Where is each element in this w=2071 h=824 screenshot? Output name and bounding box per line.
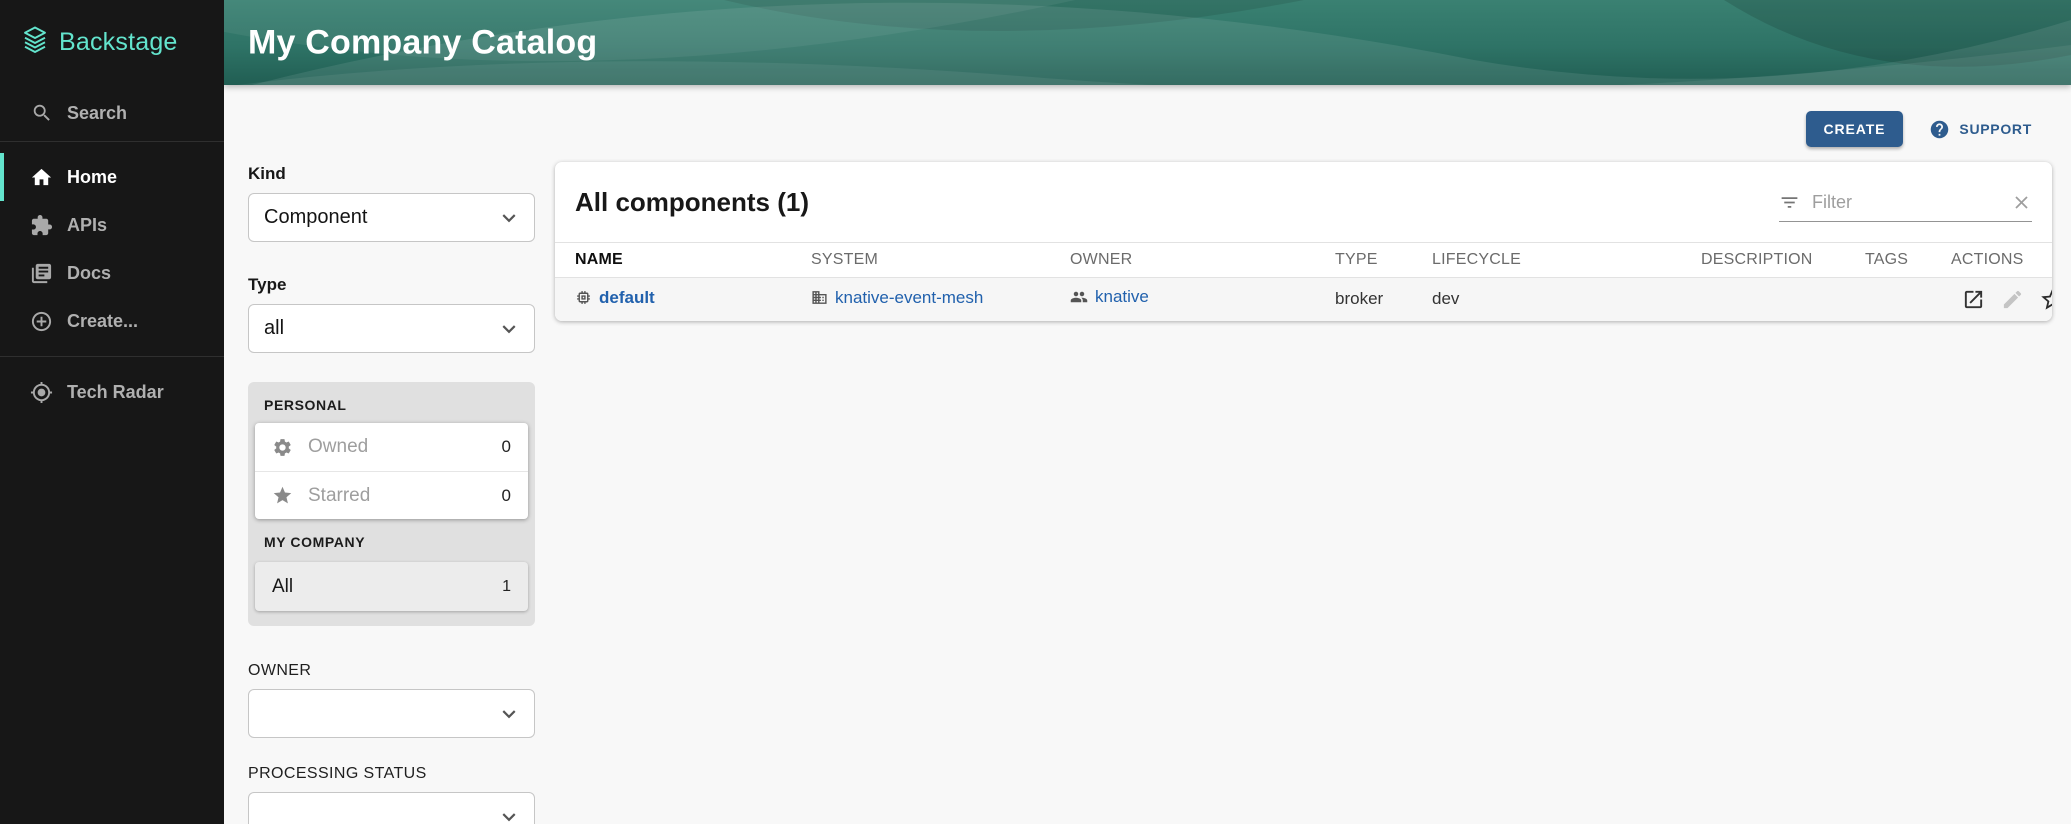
column-header-owner[interactable]: OWNER	[1070, 243, 1335, 278]
starred-filter-item[interactable]: Starred 0	[255, 471, 528, 519]
processing-status-select[interactable]	[248, 792, 535, 824]
page-title: My Company Catalog	[248, 23, 597, 62]
table-filter-field	[1779, 191, 2032, 222]
personal-card: Owned 0 Starred 0	[255, 423, 528, 519]
owner-label: OWNER	[248, 662, 535, 680]
sidebar-item-tech-radar[interactable]: Tech Radar	[0, 368, 224, 416]
filter-panel: Kind Component Type all	[248, 162, 535, 824]
sidebar: Backstage Search Home APIs Doc	[0, 0, 224, 824]
sidebar-item-search[interactable]: Search	[0, 85, 224, 141]
table-filter-input[interactable]	[1810, 191, 2001, 214]
all-count: 1	[502, 578, 511, 596]
clear-filter-icon[interactable]	[2011, 192, 2032, 213]
sidebar-item-label: Tech Radar	[67, 382, 164, 403]
description-cell	[1701, 278, 1865, 321]
sidebar-item-label: Search	[67, 103, 127, 124]
toolbar: CREATE SUPPORT	[248, 109, 2052, 149]
column-header-system[interactable]: SYSTEM	[811, 243, 1070, 278]
personal-title: PERSONAL	[248, 382, 535, 423]
sidebar-item-label: Create...	[67, 311, 138, 332]
column-header-lifecycle[interactable]: LIFECYCLE	[1432, 243, 1701, 278]
sidebar-item-label: Home	[67, 167, 117, 188]
owned-filter-item[interactable]: Owned 0	[255, 423, 528, 471]
backstage-logo-text: Backstage	[59, 28, 178, 57]
sidebar-item-create[interactable]: Create...	[0, 297, 224, 345]
starred-count: 0	[502, 486, 511, 506]
sidebar-item-label: Docs	[67, 263, 111, 284]
kind-select-value: Component	[264, 206, 367, 229]
kind-select[interactable]: Component	[248, 193, 535, 242]
personal-panel: PERSONAL Owned 0	[248, 382, 535, 626]
chevron-down-icon	[496, 316, 522, 342]
help-icon	[1929, 119, 1950, 140]
main-area: My Company Catalog CREATE SUPPORT Kind C…	[224, 0, 2071, 824]
star-icon	[272, 485, 293, 506]
sidebar-item-home[interactable]: Home	[0, 153, 224, 201]
column-header-type[interactable]: TYPE	[1335, 243, 1432, 278]
home-icon	[30, 166, 53, 189]
starred-label: Starred	[308, 485, 370, 507]
column-header-name[interactable]: NAME	[555, 243, 811, 278]
backstage-logo[interactable]: Backstage	[0, 0, 224, 85]
company-title: MY COMPANY	[248, 519, 535, 560]
table-card-header: All components (1)	[555, 162, 2052, 242]
puzzle-icon	[30, 214, 53, 237]
type-select-value: all	[264, 317, 284, 340]
owner-link-text: knative	[1095, 287, 1149, 307]
lifecycle-cell: dev	[1432, 278, 1701, 321]
all-filter-item[interactable]: All 1	[255, 562, 528, 611]
search-icon	[30, 102, 53, 125]
sidebar-item-docs[interactable]: Docs	[0, 249, 224, 297]
column-header-actions: ACTIONS	[1951, 243, 2052, 278]
column-header-tags[interactable]: TAGS	[1865, 243, 1951, 278]
sidebar-item-label: APIs	[67, 215, 107, 236]
type-select[interactable]: all	[248, 304, 535, 353]
table-title: All components (1)	[575, 189, 809, 215]
owned-count: 0	[502, 437, 511, 457]
type-cell: broker	[1335, 278, 1432, 321]
tags-cell	[1865, 278, 1951, 321]
chip-icon	[575, 289, 592, 306]
chevron-down-icon	[496, 205, 522, 231]
support-button[interactable]: SUPPORT	[1929, 119, 2032, 140]
filter-icon	[1779, 192, 1800, 213]
components-table-card: All components (1)	[555, 162, 2052, 321]
backstage-logo-icon	[20, 25, 50, 60]
sidebar-item-apis[interactable]: APIs	[0, 201, 224, 249]
star-border-icon[interactable]	[2039, 286, 2052, 313]
kind-label: Kind	[248, 164, 535, 184]
open-in-new-icon[interactable]	[1962, 288, 1985, 311]
owned-label: Owned	[308, 436, 368, 458]
type-label: Type	[248, 275, 535, 295]
building-icon	[811, 289, 828, 306]
table-header-row: NAME SYSTEM OWNER TYPE LIFECYCLE DESCRIP…	[555, 243, 2052, 278]
system-link[interactable]: knative-event-mesh	[811, 288, 983, 308]
chevron-down-icon	[496, 804, 522, 824]
edit-icon[interactable]	[2001, 288, 2024, 311]
system-link-text: knative-event-mesh	[835, 288, 983, 308]
owner-link[interactable]: knative	[1070, 287, 1149, 307]
add-circle-icon	[30, 310, 53, 333]
content: CREATE SUPPORT Kind Component	[224, 85, 2071, 824]
gear-icon	[272, 437, 293, 458]
components-table: NAME SYSTEM OWNER TYPE LIFECYCLE DESCRIP…	[555, 242, 2052, 321]
owner-select[interactable]	[248, 689, 535, 738]
group-icon	[1070, 288, 1088, 306]
all-label: All	[272, 576, 293, 598]
component-name-link[interactable]: default	[575, 288, 655, 308]
page-header: My Company Catalog	[224, 0, 2071, 85]
radar-icon	[30, 381, 53, 404]
column-header-description[interactable]: DESCRIPTION	[1701, 243, 1865, 278]
support-label: SUPPORT	[1959, 121, 2032, 137]
docs-icon	[30, 262, 53, 285]
chevron-down-icon	[496, 701, 522, 727]
table-row[interactable]: default knative-event-mesh	[555, 278, 2052, 321]
create-button[interactable]: CREATE	[1806, 111, 1904, 147]
processing-status-label: PROCESSING STATUS	[248, 765, 535, 783]
component-name-text: default	[599, 288, 655, 308]
backstage-app: Backstage Search Home APIs Doc	[0, 0, 2071, 824]
